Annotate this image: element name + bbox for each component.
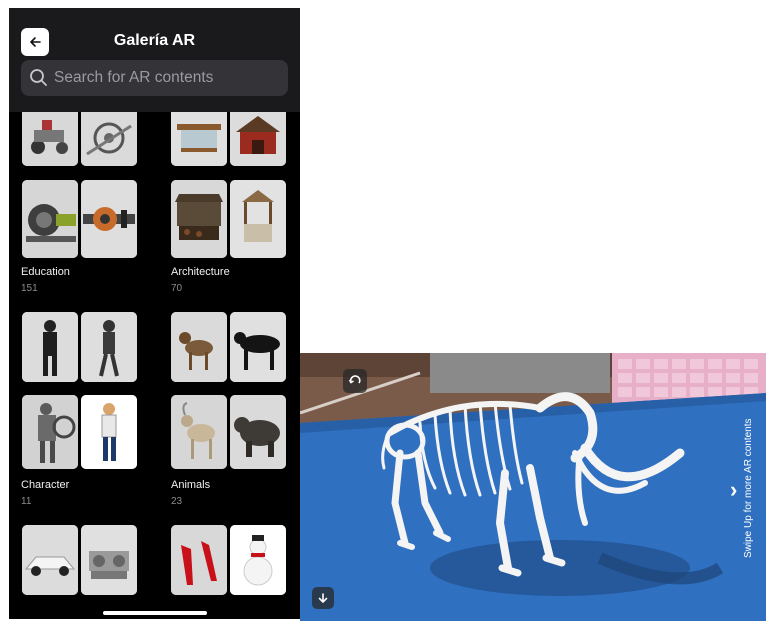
ar-camera-view[interactable]: › Swipe Up for more AR contents — [300, 353, 766, 621]
category-label-character[interactable]: Character — [21, 479, 69, 491]
thumb-character-cowboy[interactable] — [81, 395, 137, 469]
thumb-dog[interactable] — [171, 312, 227, 382]
thumb-bear[interactable] — [230, 395, 286, 469]
thumb-character-armor[interactable] — [22, 395, 78, 469]
rotate-model-button[interactable] — [343, 369, 367, 393]
category-count-animals: 23 — [171, 496, 183, 507]
next-chevron-icon[interactable]: › — [730, 477, 737, 503]
search-placeholder: Search for AR contents — [54, 69, 214, 86]
category-count-character: 11 — [21, 496, 32, 507]
app-header: Galería AR Search for AR contents — [9, 8, 300, 112]
thumb-gear-assembly[interactable] — [81, 180, 137, 258]
category-label-animals[interactable]: Animals — [171, 479, 210, 491]
category-count-education: 151 — [21, 283, 38, 294]
ar-scene — [300, 353, 766, 621]
arrow-down-icon — [318, 593, 328, 603]
page-title: Galería AR — [113, 32, 196, 49]
thumb-character-walking[interactable] — [81, 312, 137, 382]
category-count-architecture: 70 — [171, 283, 183, 294]
thumb-sports-car[interactable] — [22, 525, 78, 595]
home-indicator[interactable] — [103, 611, 207, 615]
thumb-red-heels[interactable] — [171, 525, 227, 595]
thumb-black-panther[interactable] — [230, 312, 286, 382]
download-button[interactable] — [312, 587, 334, 609]
ar-gallery-screen: Education 151 Architecture 70 Character … — [9, 8, 300, 619]
swipe-up-hint: Swipe Up for more AR contents — [743, 418, 754, 558]
category-label-education[interactable]: Education — [21, 266, 70, 278]
rotate-icon — [348, 375, 361, 384]
thumb-turbine[interactable] — [22, 180, 78, 258]
search-input[interactable]: Search for AR contents — [21, 60, 288, 96]
thumb-well[interactable] — [230, 180, 286, 258]
category-label-architecture[interactable]: Architecture — [171, 266, 230, 278]
thumb-car-engine[interactable] — [81, 525, 137, 595]
thumb-character-dark-suit[interactable] — [22, 312, 78, 382]
search-icon — [30, 69, 47, 86]
thumb-snowman[interactable] — [230, 525, 286, 595]
thumb-market-stall[interactable] — [171, 180, 227, 258]
thumb-goat[interactable] — [171, 395, 227, 469]
